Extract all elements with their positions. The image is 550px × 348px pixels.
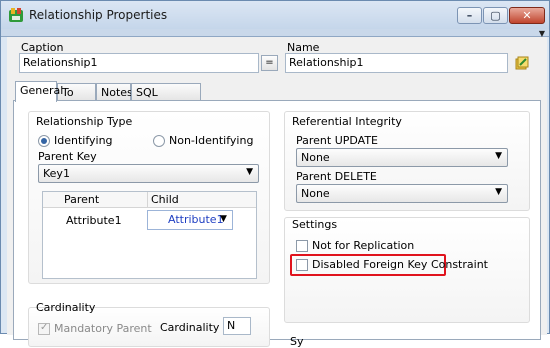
dialog-client-area: Caption Relationship1 = Name Relationshi… [7,37,547,348]
name-input[interactable]: Relationship1 [285,53,508,73]
identifying-label[interactable]: Identifying [54,134,113,147]
edit-name-icon[interactable] [515,56,529,70]
parent-key-value: Key1 [43,167,70,180]
window-title: Relationship Properties [29,8,168,22]
title-bar[interactable]: Relationship Properties – ▢ ✕ [1,1,549,29]
not-for-replication-label[interactable]: Not for Replication [312,239,414,252]
mandatory-parent-checkbox[interactable]: ✓ [38,322,50,335]
grid-header-parent: Parent [64,193,100,206]
toolbar-strip: ▼ [1,29,549,38]
close-icon: ✕ [522,9,532,22]
chevron-down-icon: ▼ [495,151,502,161]
parent-key-combo[interactable]: Key1 ▼ [38,164,259,183]
non-identifying-label[interactable]: Non-Identifying [169,134,253,147]
copy-caption-to-name-button[interactable]: = [261,55,278,71]
key-mapping-grid: Parent Child Attribute1 Attribute1 ▼ [42,191,257,279]
parent-delete-label: Parent DELETE [296,170,377,183]
close-button[interactable]: ✕ [509,7,545,24]
maximize-icon: ▢ [490,9,501,22]
cardinality-input[interactable]: N [223,317,251,335]
parent-update-value: None [301,151,330,164]
cardinality-label: Cardinality [160,321,220,334]
parent-update-combo[interactable]: None ▼ [296,148,508,167]
referential-integrity-title: Referential Integrity [292,115,402,128]
grid-child-value: Attribute1 [168,213,224,226]
tab-general[interactable]: General [15,81,63,102]
grid-header-row: Parent Child [43,192,256,208]
chevron-down-icon: ▼ [220,214,227,224]
cardinality-title: Cardinality [36,301,96,314]
tab-notes[interactable]: Notes [96,83,133,101]
general-tab-panel: Relationship Type Identifying Non-Identi… [13,100,541,348]
grid-column-divider [147,192,148,208]
erd-app-icon [9,8,23,22]
grid-header-child: Child [151,193,179,206]
disabled-foreign-key-constraint-checkbox[interactable] [296,259,308,271]
partial-section-title: Sy [290,335,304,348]
relationship-properties-window: Relationship Properties – ▢ ✕ ▼ Caption … [0,0,550,348]
identifying-radio[interactable] [38,135,50,147]
chevron-down-icon: ▼ [246,167,253,177]
grid-parent-cell[interactable]: Attribute1 [66,214,122,227]
parent-key-label: Parent Key [38,150,97,163]
not-for-replication-checkbox[interactable] [296,240,308,252]
parent-update-label: Parent UPDATE [296,134,379,147]
minimize-button[interactable]: – [457,7,482,24]
parent-delete-value: None [301,187,330,200]
tab-sql-preview[interactable]: SQL Preview [131,83,201,112]
non-identifying-radio[interactable] [153,135,165,147]
caption-input[interactable]: Relationship1 [19,53,259,73]
grid-child-combo[interactable]: Attribute1 ▼ [147,210,233,230]
relationship-type-title: Relationship Type [36,115,133,128]
disabled-foreign-key-constraint-label[interactable]: Disabled Foreign Key Constraint [312,258,488,271]
maximize-button[interactable]: ▢ [483,7,508,24]
settings-title: Settings [292,218,338,231]
mandatory-parent-label: Mandatory Parent [54,322,152,335]
minimize-icon: – [466,9,473,22]
chevron-down-icon: ▼ [495,187,502,197]
parent-delete-combo[interactable]: None ▼ [296,184,508,203]
